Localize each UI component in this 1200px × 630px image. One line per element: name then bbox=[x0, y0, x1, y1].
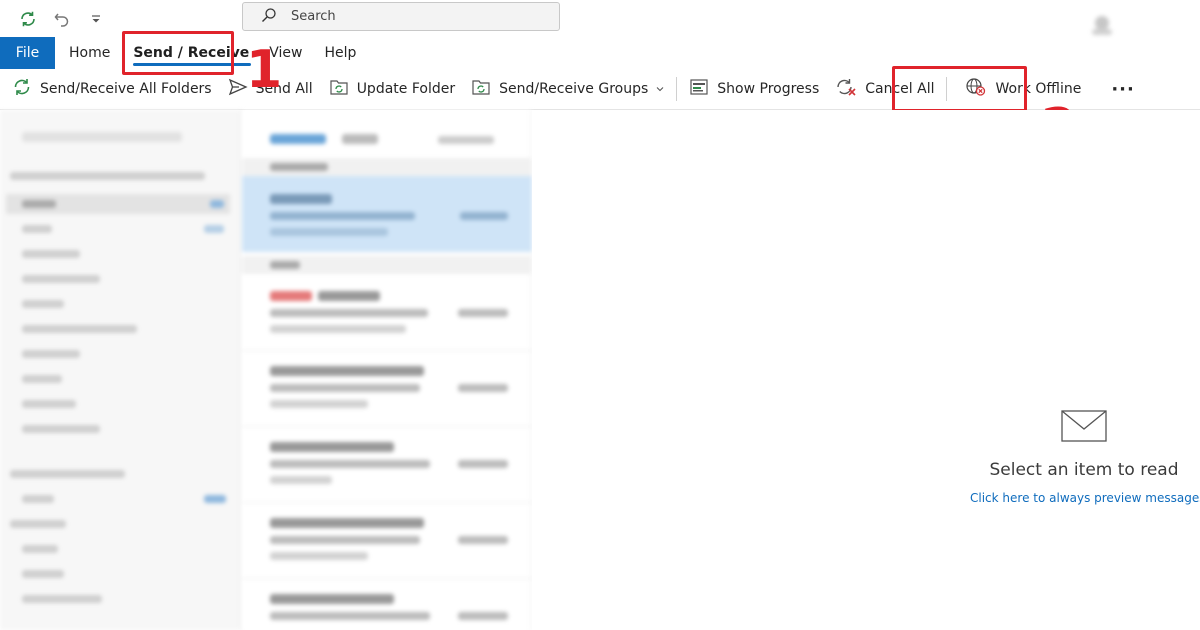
blurred-element bbox=[242, 502, 532, 503]
send-receive-icon bbox=[12, 77, 32, 101]
update-folder-icon bbox=[329, 77, 349, 101]
blurred-element bbox=[438, 136, 494, 144]
blurred-element bbox=[270, 384, 420, 392]
show-progress-button[interactable]: Show Progress bbox=[681, 73, 827, 105]
annotation-number-1: 1 bbox=[246, 40, 283, 100]
blurred-element bbox=[458, 460, 508, 468]
blurred-element bbox=[318, 291, 380, 301]
blurred-element bbox=[22, 350, 80, 358]
blurred-element bbox=[270, 442, 394, 452]
quick-access-toolbar bbox=[18, 9, 106, 29]
blurred-element bbox=[270, 366, 424, 376]
send-receive-all-label: Send/Receive All Folders bbox=[40, 81, 212, 97]
send-receive-all-folders-button[interactable]: Send/Receive All Folders bbox=[0, 73, 220, 105]
search-label: Search bbox=[291, 9, 336, 24]
undo-icon[interactable] bbox=[52, 9, 72, 29]
reading-pane-title: Select an item to read bbox=[989, 460, 1179, 480]
blurred-element bbox=[270, 612, 430, 620]
blurred-element bbox=[270, 261, 300, 269]
blurred-element bbox=[458, 384, 508, 392]
outlook-window: Search File Home Send / Receive View Hel… bbox=[0, 0, 1200, 630]
cancel-sync-icon bbox=[835, 77, 857, 101]
blurred-element bbox=[242, 350, 532, 351]
blurred-element bbox=[270, 476, 332, 484]
blurred-element bbox=[10, 520, 66, 528]
blurred-element bbox=[22, 200, 56, 208]
blurred-element bbox=[270, 228, 388, 236]
tab-home[interactable]: Home bbox=[55, 37, 123, 69]
blurred-element bbox=[22, 375, 62, 383]
search-box[interactable]: Search bbox=[242, 2, 560, 31]
blurred-element bbox=[270, 518, 424, 528]
blurred-element bbox=[10, 470, 125, 478]
blurred-element bbox=[342, 134, 378, 144]
blurred-element bbox=[270, 400, 368, 408]
blurred-element bbox=[22, 570, 64, 578]
message-list-blurred bbox=[242, 110, 532, 630]
blurred-element bbox=[22, 495, 54, 503]
tab-file[interactable]: File bbox=[0, 37, 55, 69]
sync-icon[interactable] bbox=[18, 9, 38, 29]
send-receive-groups-button[interactable]: Send/Receive Groups bbox=[463, 73, 672, 105]
annotation-box-work-offline bbox=[892, 66, 1027, 112]
update-folder-label: Update Folder bbox=[356, 81, 456, 97]
search-icon bbox=[261, 7, 277, 27]
envelope-icon bbox=[1061, 410, 1107, 442]
blurred-element bbox=[270, 325, 406, 333]
progress-icon bbox=[689, 77, 709, 101]
blurred-element bbox=[22, 300, 64, 308]
update-folder-button[interactable]: Update Folder bbox=[321, 73, 463, 105]
blurred-element bbox=[458, 612, 508, 620]
blurred-element bbox=[270, 291, 312, 301]
show-progress-label: Show Progress bbox=[717, 81, 820, 97]
ribbon-separator bbox=[676, 77, 678, 101]
more-options-button[interactable]: ··· bbox=[1103, 73, 1143, 105]
blurred-element bbox=[22, 225, 52, 233]
chevron-down-icon bbox=[656, 81, 664, 97]
send-icon bbox=[228, 77, 248, 101]
blurred-element bbox=[270, 594, 394, 604]
blurred-element bbox=[242, 578, 532, 579]
blurred-element bbox=[22, 275, 100, 283]
blurred-element bbox=[22, 545, 58, 553]
blurred-element bbox=[458, 309, 508, 317]
blurred-element bbox=[270, 134, 326, 144]
preview-messages-link[interactable]: Click here to always preview messages bbox=[970, 491, 1200, 505]
reading-pane: Select an item to read Click here to alw… bbox=[532, 110, 1200, 630]
blurred-element bbox=[270, 163, 328, 171]
blurred-element bbox=[22, 425, 100, 433]
blurred-element bbox=[458, 536, 508, 544]
folder-pane-blurred bbox=[0, 110, 242, 630]
blurred-element bbox=[242, 426, 532, 427]
send-receive-groups-icon bbox=[471, 77, 491, 101]
tab-help[interactable]: Help bbox=[313, 37, 371, 69]
blurred-element bbox=[22, 325, 137, 333]
blurred-element bbox=[22, 400, 76, 408]
blurred-element bbox=[270, 194, 332, 204]
blurred-element bbox=[270, 536, 420, 544]
blurred-element bbox=[460, 212, 508, 220]
blurred-element bbox=[270, 552, 368, 560]
blurred-element bbox=[270, 309, 428, 317]
send-receive-groups-label: Send/Receive Groups bbox=[499, 81, 649, 97]
blurred-element bbox=[10, 172, 205, 180]
blurred-element bbox=[204, 495, 226, 503]
blurred-element bbox=[204, 225, 224, 233]
blurred-element bbox=[210, 200, 224, 208]
blurred-profile-icon bbox=[1088, 14, 1116, 36]
annotation-box-send-receive bbox=[122, 31, 234, 75]
blurred-element bbox=[22, 595, 102, 603]
blurred-element bbox=[270, 212, 415, 220]
blurred-element bbox=[22, 250, 80, 258]
blurred-element bbox=[270, 460, 430, 468]
blurred-element bbox=[22, 132, 182, 142]
customize-toolbar-icon[interactable] bbox=[86, 9, 106, 29]
